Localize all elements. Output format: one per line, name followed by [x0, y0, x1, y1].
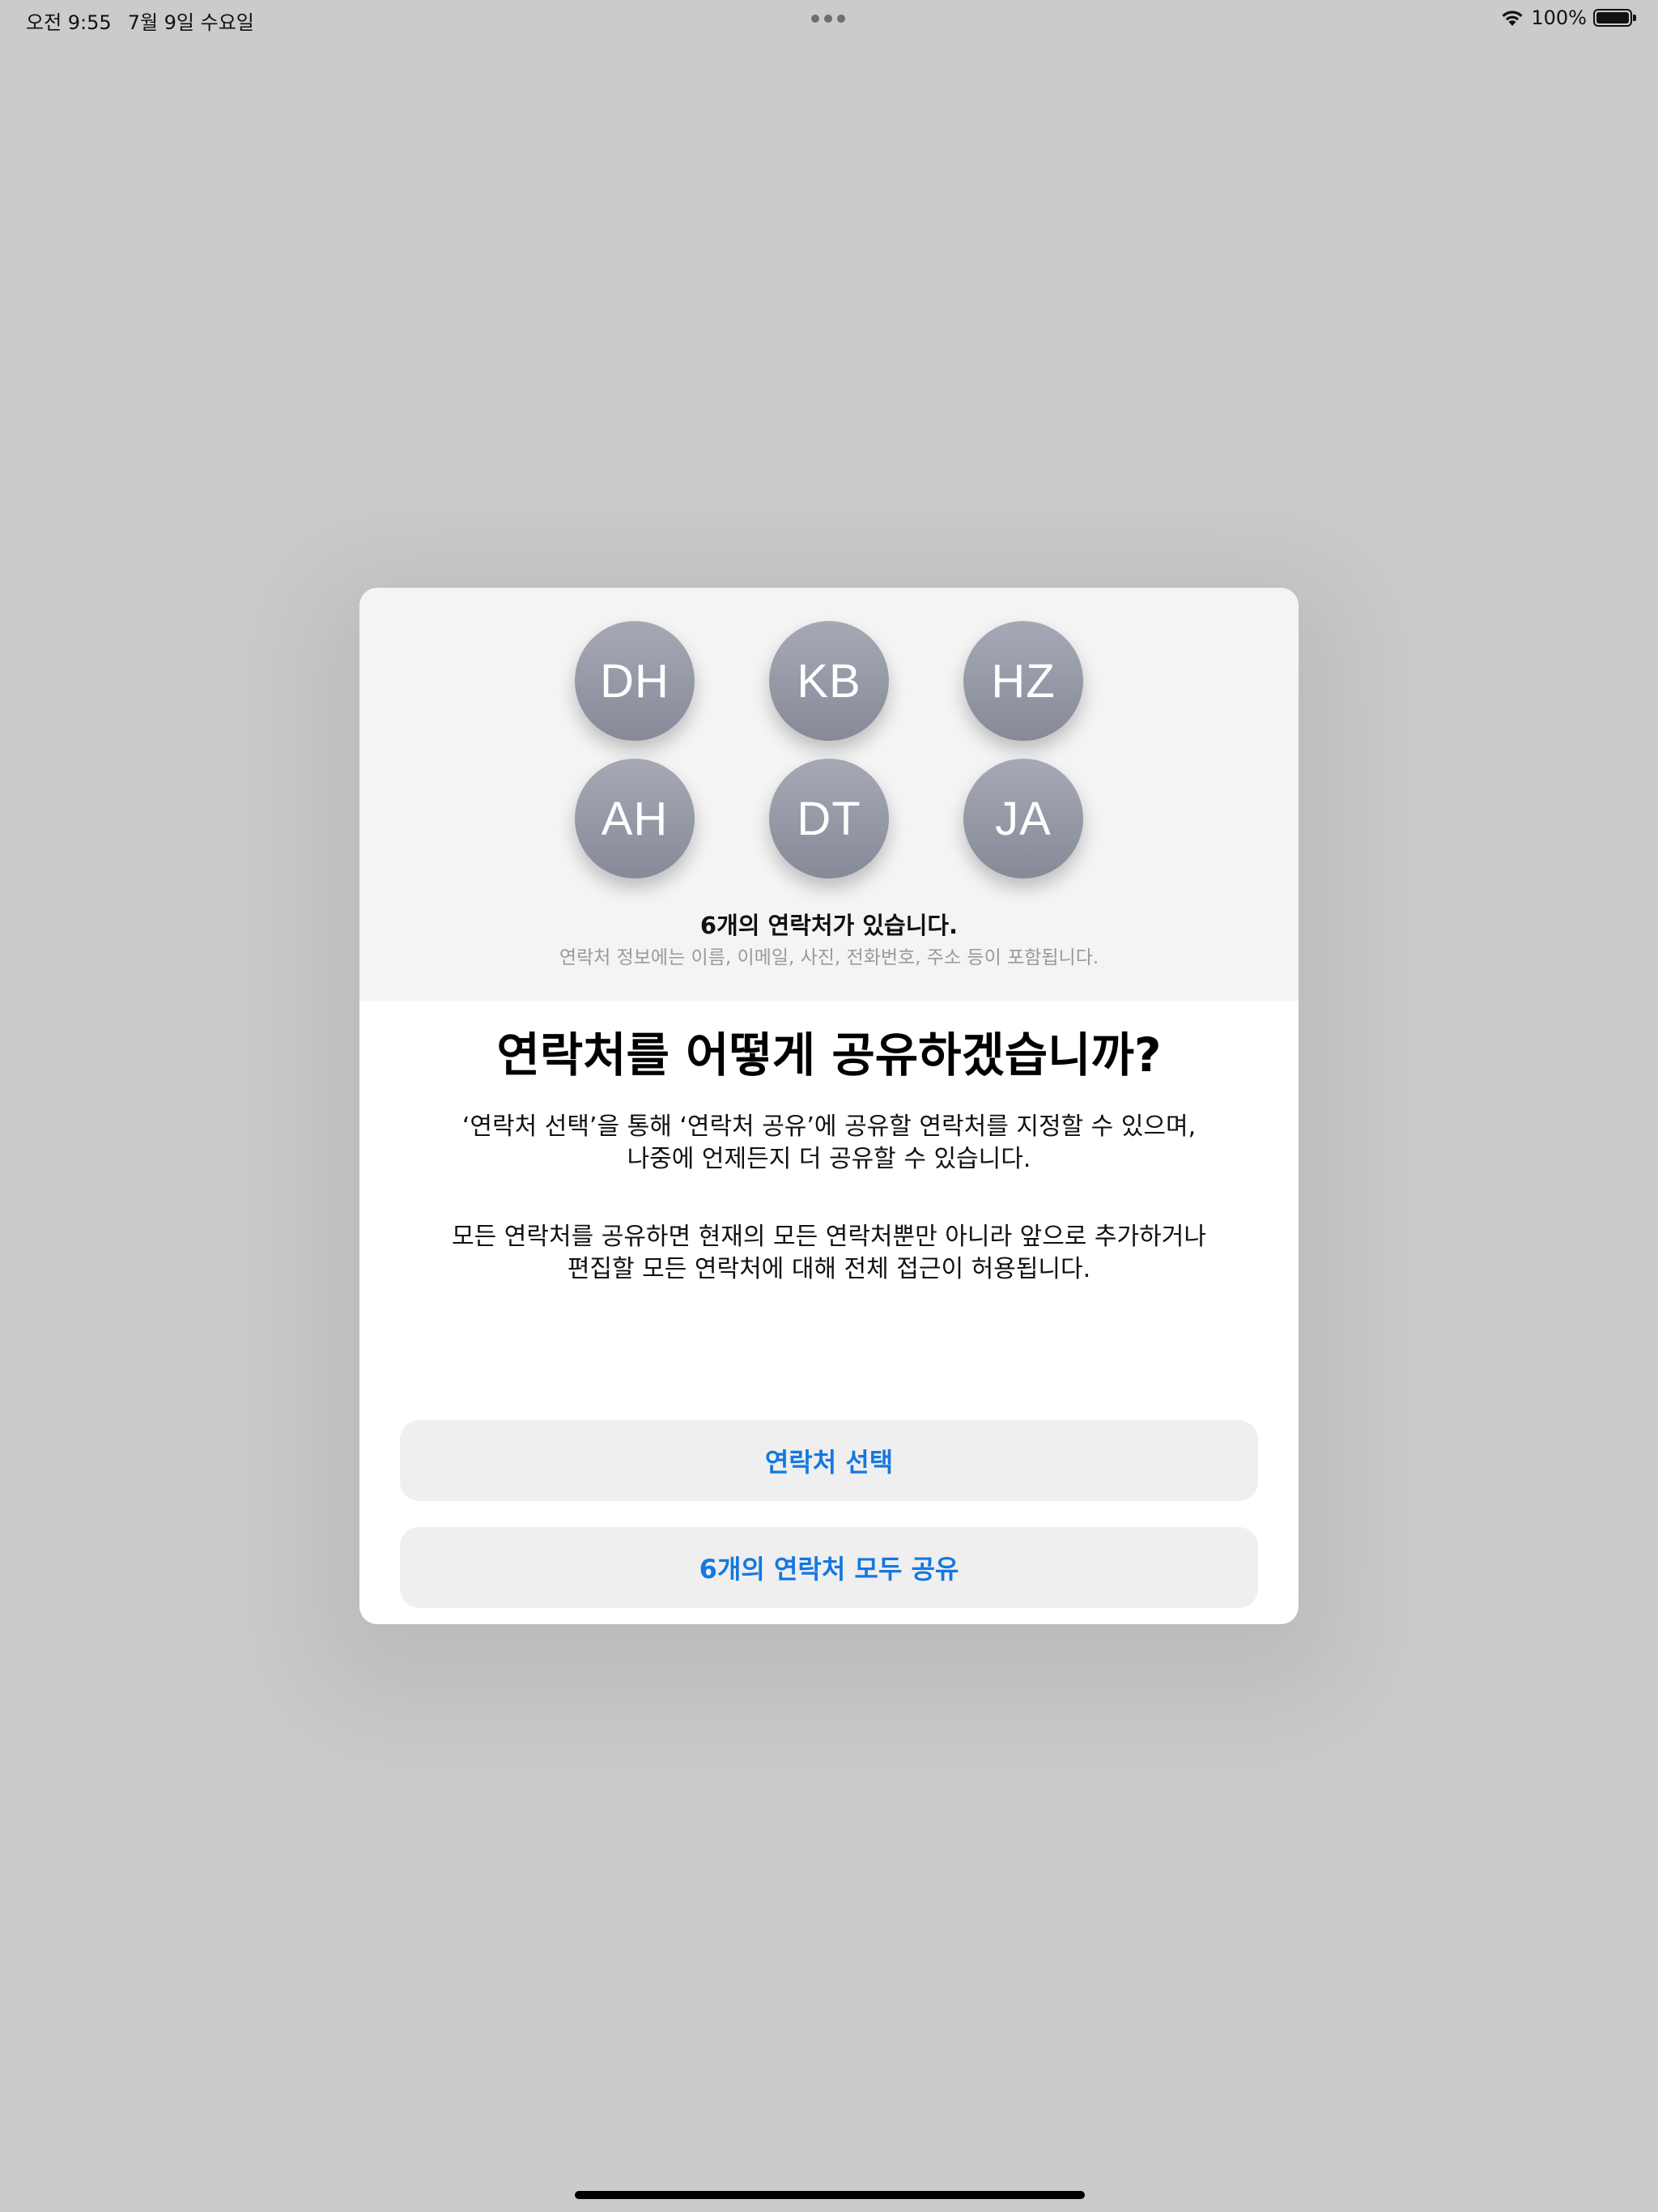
description-line: 편집할 모든 연락처에 대해 전체 접근이 허용됩니다. [567, 1255, 1091, 1283]
contact-avatar: KB [769, 621, 889, 741]
multitasking-menu-icon[interactable] [811, 15, 845, 23]
status-right: 100% [1500, 6, 1636, 29]
description-line: 모든 연락처를 공유하면 현재의 모든 연락처뿐만 아니라 앞으로 추가하거나 [452, 1223, 1206, 1251]
description-line: ‘연락처 선택’을 통해 ‘연락처 공유’에 공유할 연락처를 지정할 수 있으… [461, 1112, 1197, 1141]
contact-info-description: 연락처 정보에는 이름, 이메일, 사진, 전화번호, 주소 등이 포함됩니다. [559, 947, 1099, 968]
status-bar: 오전 9:55 7월 9일 수요일 100% [0, 0, 1658, 39]
contact-count: 6개의 연락처가 있습니다. [699, 912, 959, 939]
home-indicator[interactable] [575, 2191, 1085, 2199]
status-date: 7월 9일 수요일 [127, 11, 254, 34]
sheet-description: ‘연락처 선택’을 통해 ‘연락처 공유’에 공유할 연락처를 지정할 수 있으… [408, 1111, 1250, 1286]
contact-avatar: DT [769, 759, 889, 878]
contact-avatar: JA [963, 759, 1083, 878]
status-time: 오전 9:55 [26, 11, 112, 34]
contact-avatar-grid: DH KB HZ AH DT JA [575, 621, 1083, 878]
wifi-icon [1502, 11, 1523, 26]
description-paragraph-1: ‘연락처 선택’을 통해 ‘연락처 공유’에 공유할 연락처를 지정할 수 있으… [408, 1111, 1250, 1176]
share-all-contacts-button[interactable]: 6개의 연락처 모두 공유 [400, 1527, 1258, 1608]
share-contacts-sheet: DH KB HZ AH DT JA 6개의 연락처가 있습니다. 연락처 정보에… [359, 588, 1299, 1624]
description-paragraph-2: 모든 연락처를 공유하면 현재의 모든 연락처뿐만 아니라 앞으로 추가하거나 … [408, 1221, 1250, 1286]
battery-percent: 100% [1531, 6, 1587, 29]
battery-icon [1593, 9, 1636, 27]
screen: 오전 9:55 7월 9일 수요일 100% DH KB HZ AH DT JA… [0, 0, 1658, 2212]
status-left: 오전 9:55 7월 9일 수요일 [26, 6, 254, 35]
contact-avatar: HZ [963, 621, 1083, 741]
sheet-title: 연락처를 어떻게 공유하겠습니까? [496, 1027, 1162, 1083]
description-line: 나중에 언제든지 더 공유할 수 있습니다. [627, 1145, 1031, 1173]
contact-avatar: DH [575, 621, 695, 741]
sheet-header: DH KB HZ AH DT JA 6개의 연락처가 있습니다. 연락처 정보에… [359, 588, 1299, 1001]
contact-avatar: AH [575, 759, 695, 878]
select-contacts-button[interactable]: 연락처 선택 [400, 1420, 1258, 1501]
